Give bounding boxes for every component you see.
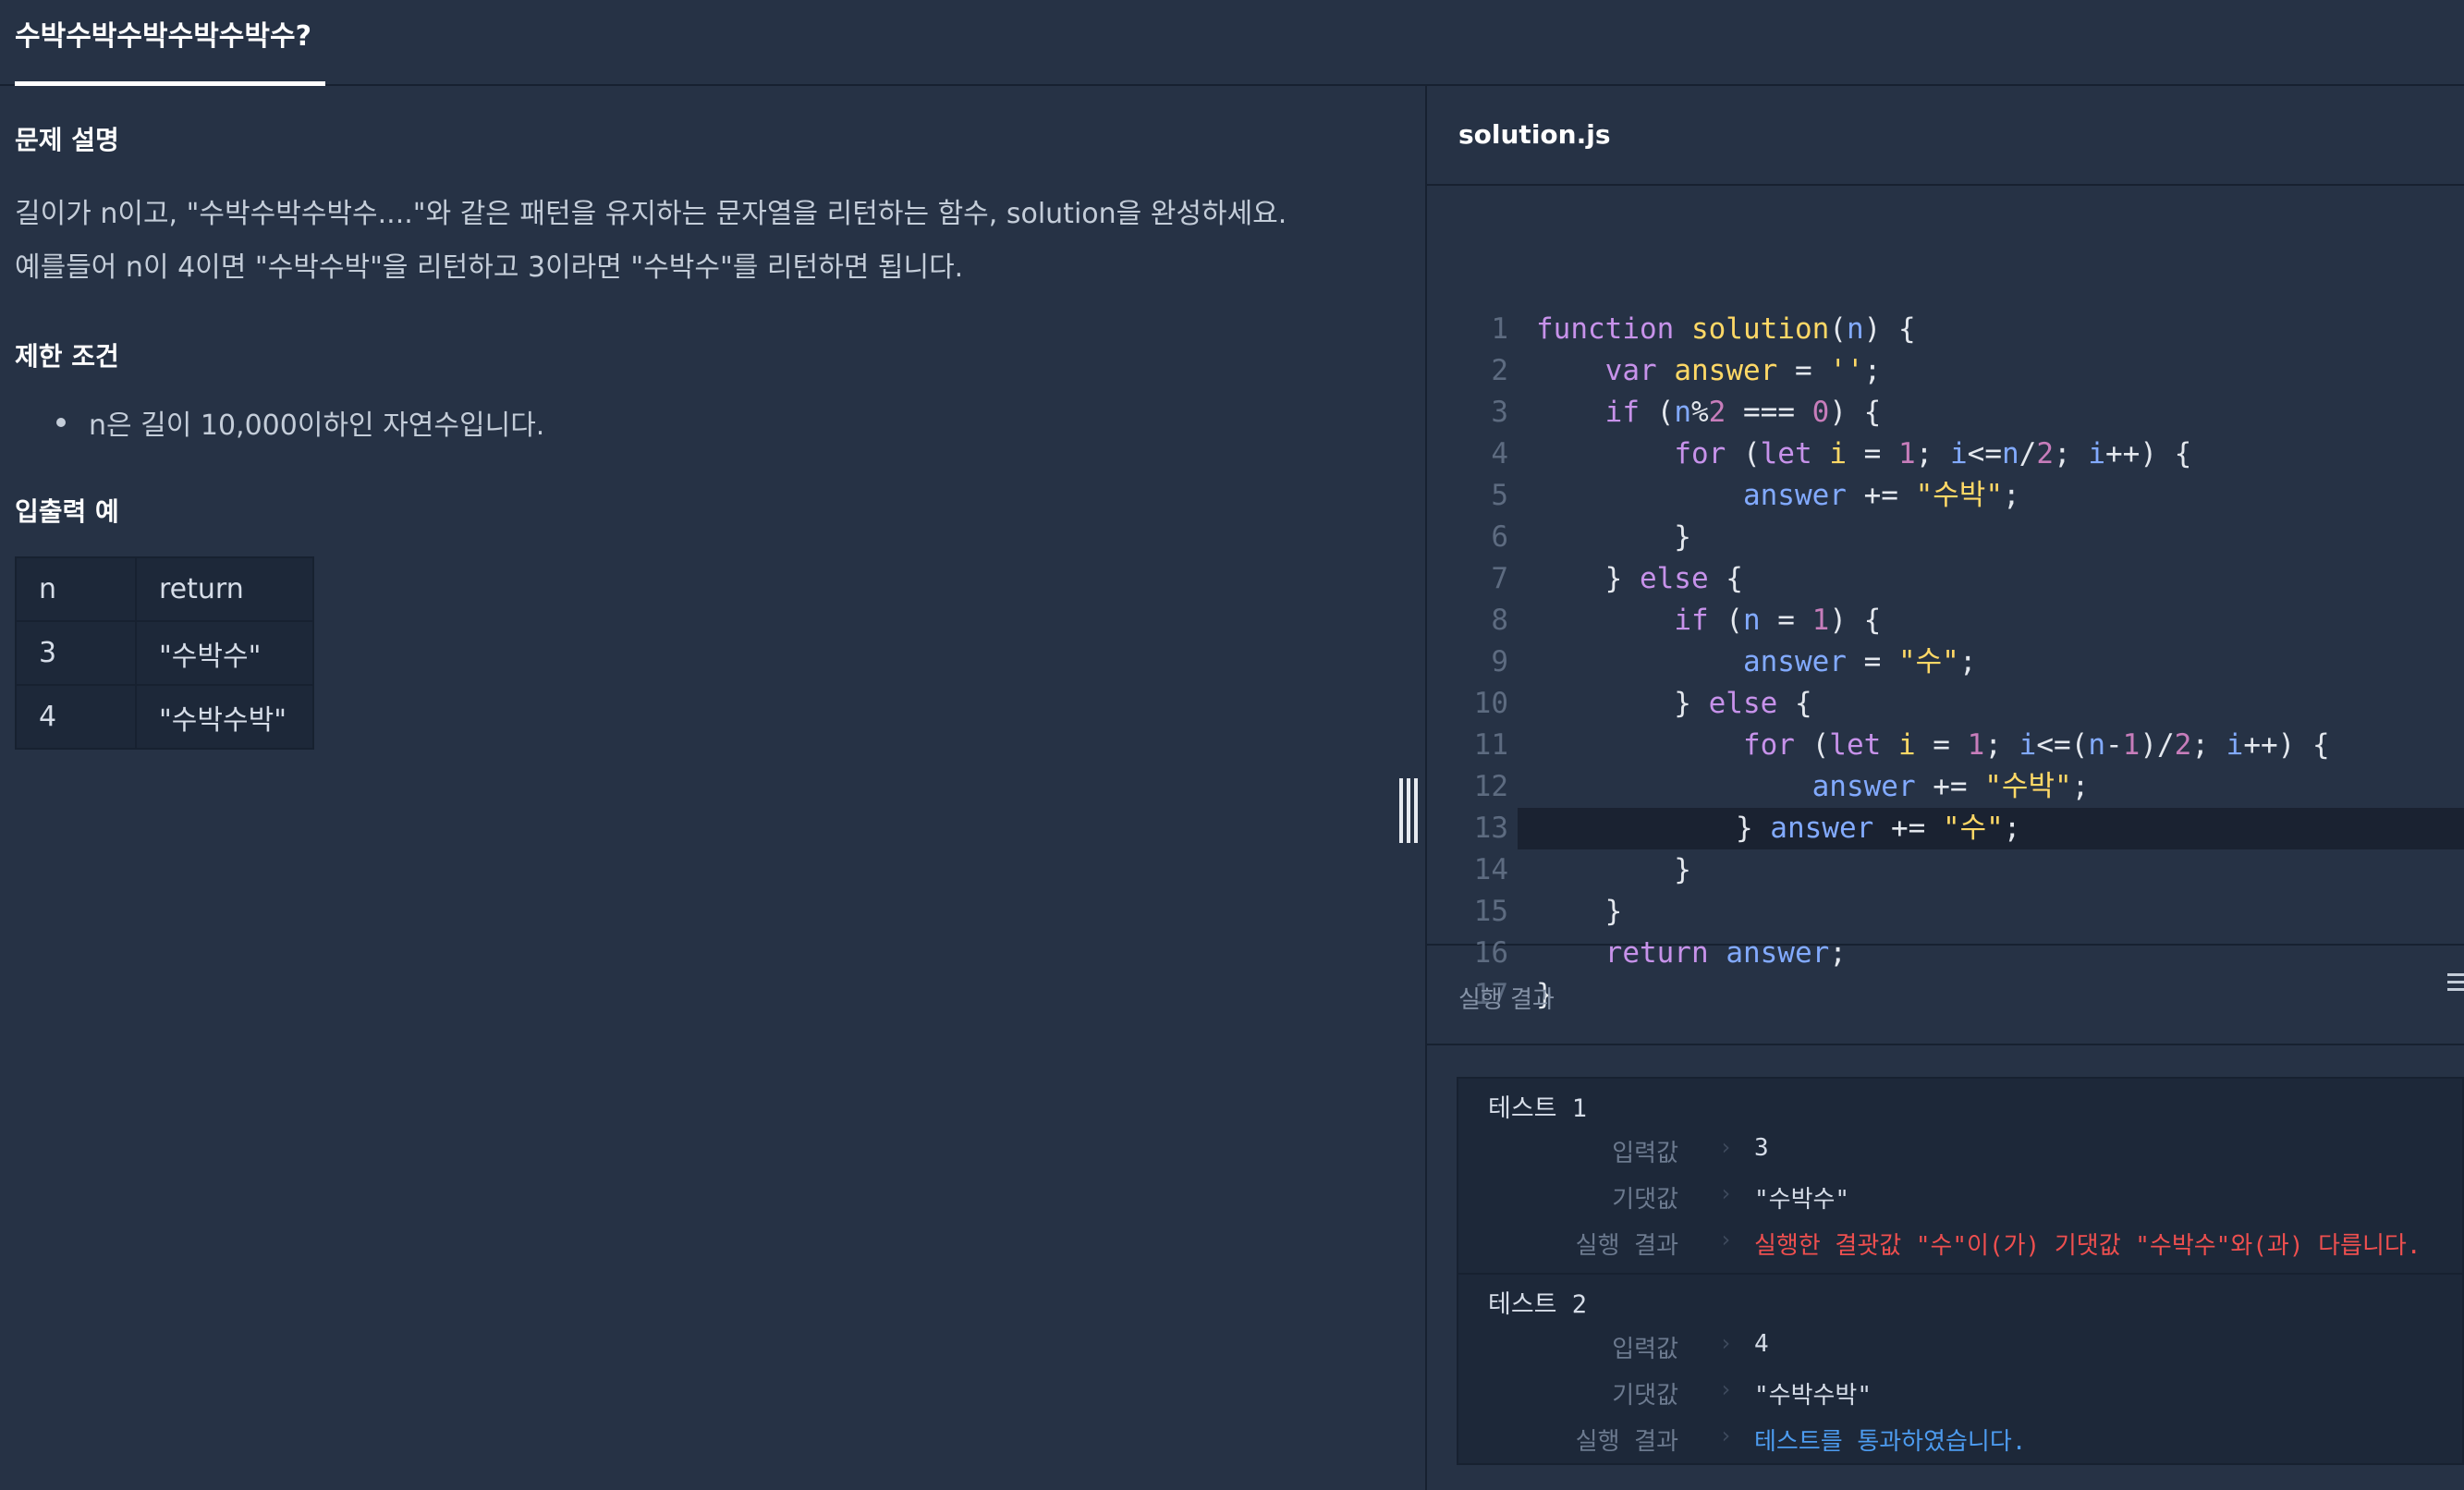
line-number: 6	[1491, 520, 1508, 554]
table-header-row: n return	[15, 556, 314, 622]
pane-resize-handle[interactable]	[1399, 778, 1420, 843]
line-number: 13	[1473, 812, 1508, 845]
table-header: return	[135, 556, 314, 622]
input-value: 3	[1754, 1134, 1769, 1162]
table-row: 3 "수박수"	[15, 620, 314, 686]
code-editor[interactable]: 1 function solution(n) { 2 var answer = '…	[1427, 186, 2464, 1011]
input-value: 4	[1754, 1330, 1769, 1358]
result-header: 실행 결과	[1427, 946, 2464, 1045]
test-name: 테스트 1	[1488, 1094, 1588, 1123]
code-line[interactable]: 15 }	[1427, 891, 2464, 933]
table-cell: 3	[15, 620, 137, 686]
input-label: 입력값	[1612, 1336, 1678, 1363]
result-value-fail: 실행한 결괏값 "수"이(가) 기댓값 "수박수"와(과) 다릅니다.	[1754, 1232, 2421, 1260]
code-text: answer += "수박";	[1742, 479, 2020, 512]
code-text: answer += "수박";	[1811, 770, 2090, 803]
code-line[interactable]: 10 } else {	[1427, 683, 2464, 725]
expected-label: 기댓값	[1612, 1186, 1678, 1214]
description-title: 문제 설명	[15, 125, 119, 155]
result-label: 실행 결과	[1575, 1232, 1678, 1260]
tab-bar: 수박수박수박수박수박수?	[0, 0, 2464, 86]
menu-icon[interactable]	[2447, 973, 2464, 994]
line-number: 8	[1491, 604, 1508, 637]
code-line[interactable]: 4 for (let i = 1; i<=n/2; i++) {	[1427, 434, 2464, 475]
line-number: 2	[1491, 354, 1508, 387]
code-line[interactable]: 7 } else {	[1427, 558, 2464, 600]
result-value-pass: 테스트를 통과하였습니다.	[1754, 1428, 2027, 1456]
line-number: 12	[1473, 770, 1508, 803]
code-text: for (let i = 1; i<=(n-1)/2; i++) {	[1742, 728, 2330, 762]
examples-title: 입출력 예	[15, 496, 119, 527]
io-example-table: n return 3 "수박수" 4 "수박수박"	[15, 556, 314, 750]
bullet-icon	[56, 418, 66, 427]
file-header: solution.js	[1427, 86, 2464, 186]
tab-problem[interactable]: 수박수박수박수박수박수?	[15, 0, 325, 86]
code-line[interactable]: 9 answer = "수";	[1427, 641, 2464, 683]
code-text: for (let i = 1; i<=n/2; i++) {	[1674, 437, 2192, 470]
code-line[interactable]: 14 }	[1427, 849, 2464, 891]
code-text: }	[1536, 520, 1691, 554]
code-line[interactable]: 11 for (let i = 1; i<=(n-1)/2; i++) {	[1427, 725, 2464, 766]
table-cell: "수박수박"	[135, 684, 314, 750]
line-number: 9	[1491, 645, 1508, 678]
expected-value: "수박수"	[1754, 1186, 1850, 1214]
line-number: 11	[1473, 728, 1508, 762]
line-number: 4	[1491, 437, 1508, 470]
code-line[interactable]: 6 }	[1427, 517, 2464, 558]
test-name: 테스트 2	[1488, 1290, 1588, 1319]
constraint-item: n은 길이 10,000이하인 자연수입니다.	[89, 409, 545, 442]
code-text: var answer = '';	[1604, 354, 1882, 387]
file-name: solution.js	[1458, 119, 1611, 150]
chevron-right-icon: ›	[1719, 1180, 1733, 1206]
expected-label: 기댓값	[1612, 1382, 1678, 1410]
test-results: 테스트 1 입력값 › 3 기댓값 › "수박수" 실행 결과 › 실행한 결괏…	[1457, 1077, 2464, 1465]
code-text: function solution(n) {	[1536, 312, 1916, 346]
tab-title: 수박수박수박수박수박수?	[15, 20, 312, 53]
line-number: 14	[1473, 853, 1508, 886]
problem-description-pane: 문제 설명 길이가 n이고, "수박수박수박수...."와 같은 패턴을 유지하…	[0, 86, 1425, 1490]
description-line-2: 예를들어 n이 4이면 "수박수박"을 리턴하고 3이라면 "수박수"를 리턴하…	[15, 251, 964, 284]
code-text: answer = "수";	[1742, 645, 1977, 678]
code-line[interactable]: 8 if (n = 1) {	[1427, 600, 2464, 641]
line-number: 10	[1473, 687, 1508, 720]
input-label: 입력값	[1612, 1140, 1678, 1167]
chevron-right-icon: ›	[1719, 1330, 1733, 1356]
code-text: } answer += "수";	[1529, 812, 2021, 845]
code-text: }	[1536, 895, 1623, 928]
test-case: 테스트 1 입력값 › 3 기댓값 › "수박수" 실행 결과 › 실행한 결괏…	[1458, 1079, 2464, 1273]
code-line[interactable]: 12 answer += "수박";	[1427, 766, 2464, 808]
line-number: 3	[1491, 396, 1508, 429]
line-number: 7	[1491, 562, 1508, 595]
chevron-right-icon: ›	[1719, 1227, 1733, 1252]
line-number: 5	[1491, 479, 1508, 512]
code-line-active[interactable]: 13 } answer += "수";	[1474, 808, 2464, 849]
result-title: 실행 결과	[1458, 986, 1555, 1014]
description-line-1: 길이가 n이고, "수박수박수박수...."와 같은 패턴을 유지하는 문자열을…	[15, 198, 1287, 230]
table-row: 4 "수박수박"	[15, 684, 314, 750]
result-label: 실행 결과	[1575, 1428, 1678, 1456]
chevron-right-icon: ›	[1719, 1376, 1733, 1402]
chevron-right-icon: ›	[1719, 1134, 1733, 1160]
code-line[interactable]: 1 function solution(n) {	[1427, 309, 2464, 350]
line-number: 1	[1491, 312, 1508, 346]
code-text: if (n = 1) {	[1674, 604, 1882, 637]
line-number: 15	[1473, 895, 1508, 928]
constraints-title: 제한 조건	[15, 341, 119, 372]
code-text: } else {	[1536, 562, 1743, 595]
table-header: n	[15, 556, 137, 622]
code-text: }	[1536, 853, 1691, 886]
code-line[interactable]: 3 if (n%2 === 0) {	[1427, 392, 2464, 434]
expected-value: "수박수박"	[1754, 1382, 1872, 1410]
code-text: } else {	[1536, 687, 1812, 720]
table-cell: 4	[15, 684, 137, 750]
code-line[interactable]: 5 answer += "수박";	[1427, 475, 2464, 517]
code-text: if (n%2 === 0) {	[1604, 396, 1882, 429]
code-line[interactable]: 2 var answer = '';	[1427, 350, 2464, 392]
test-case: 테스트 2 입력값 › 4 기댓값 › "수박수박" 실행 결과 › 테스트를 …	[1458, 1273, 2464, 1467]
table-cell: "수박수"	[135, 620, 314, 686]
chevron-right-icon: ›	[1719, 1423, 1733, 1448]
